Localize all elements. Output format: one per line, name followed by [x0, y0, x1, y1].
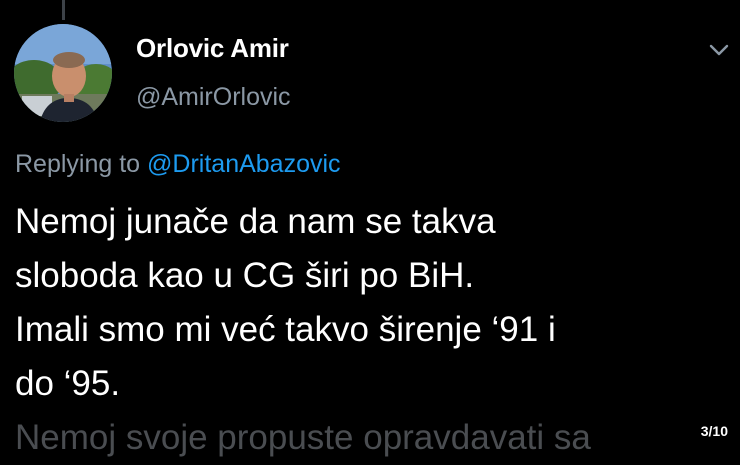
reply-mention-link[interactable]: @DritanAbazovic [147, 150, 341, 178]
chevron-down-icon [709, 44, 729, 56]
tweet-text: Nemoj junače da nam se takva sloboda kao… [15, 195, 715, 465]
author-display-name[interactable]: Orlovic Amir [136, 33, 289, 64]
more-options-button[interactable] [704, 38, 734, 62]
replying-to-label: Replying to [15, 150, 141, 178]
tweet-text-line: do ‘95. [15, 364, 121, 403]
avatar[interactable] [14, 24, 112, 122]
tweet-text-line: Imali smo mi već takvo širenje ‘91 i [15, 310, 556, 349]
page-counter: 3/10 [700, 423, 728, 439]
replying-to: Replying to @DritanAbazovic [15, 150, 341, 179]
author-handle[interactable]: @AmirOrlovic [136, 83, 291, 112]
profile-photo-icon [14, 24, 112, 122]
tweet-text-line: Nemoj junače da nam se takva [15, 202, 496, 241]
tweet-text-line-faded: Nemoj svoje propuste opravdavati sa [15, 418, 591, 457]
thread-connector-line [62, 0, 65, 20]
tweet-text-line: sloboda kao u CG širi po BiH. [15, 256, 475, 295]
